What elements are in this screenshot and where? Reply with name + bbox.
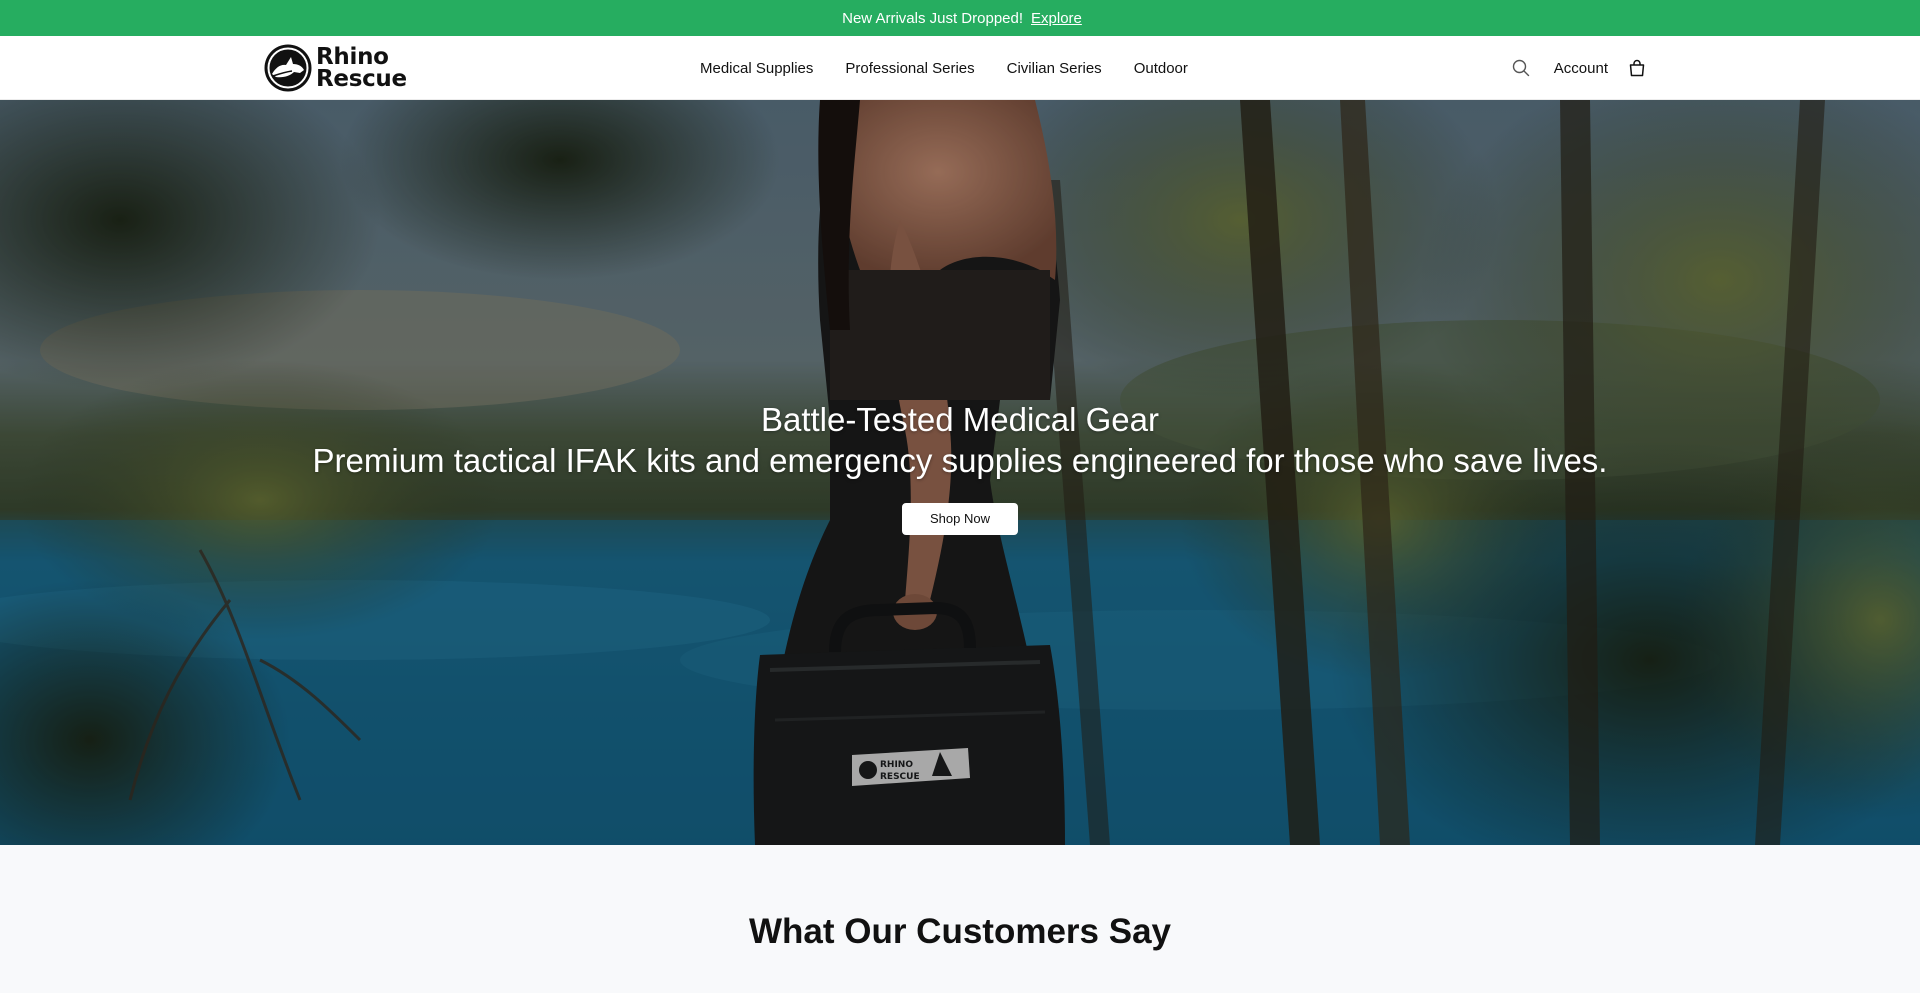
hero-title: Battle-Tested Medical Gear (760, 401, 1159, 438)
hero-subtitle: Premium tactical IFAK kits and emergency… (312, 442, 1608, 479)
logo-line-1: Rhino (316, 44, 389, 70)
header-actions: Account (1510, 36, 1648, 100)
testimonials-section: What Our Customers Say (0, 845, 1920, 993)
nav-civilian-series[interactable]: Civilian Series (1007, 60, 1102, 77)
logo-line-2: Rescue (316, 66, 407, 92)
explore-link[interactable]: Explore (1031, 10, 1082, 27)
logo-wordmark: Rhino Rescue (316, 44, 407, 92)
hero-banner: RHINO RESCUE Battle-Tested Medical Gear … (0, 100, 1920, 845)
logo[interactable]: Rhino Rescue (263, 42, 407, 94)
testimonials-heading: What Our Customers Say (748, 912, 1172, 951)
main-nav: Medical Supplies Professional Series Civ… (700, 36, 1188, 100)
hero-content: Battle-Tested Medical Gear Premium tacti… (0, 400, 1920, 535)
close-icon[interactable] (1882, 0, 1904, 36)
site-header: Rhino Rescue Medical Supplies Profession… (0, 36, 1920, 100)
account-link[interactable]: Account (1554, 60, 1608, 77)
announcement-text: New Arrivals Just Dropped! (842, 9, 1024, 27)
shop-now-button[interactable]: Shop Now (902, 503, 1018, 535)
nav-medical-supplies[interactable]: Medical Supplies (700, 60, 813, 77)
announcement-bar: New Arrivals Just Dropped! Explore (0, 0, 1920, 36)
rhino-logo-icon (264, 44, 312, 92)
nav-professional-series[interactable]: Professional Series (845, 60, 974, 77)
shopping-bag-icon[interactable] (1626, 57, 1648, 79)
nav-outdoor[interactable]: Outdoor (1134, 60, 1188, 77)
search-icon[interactable] (1510, 57, 1532, 79)
